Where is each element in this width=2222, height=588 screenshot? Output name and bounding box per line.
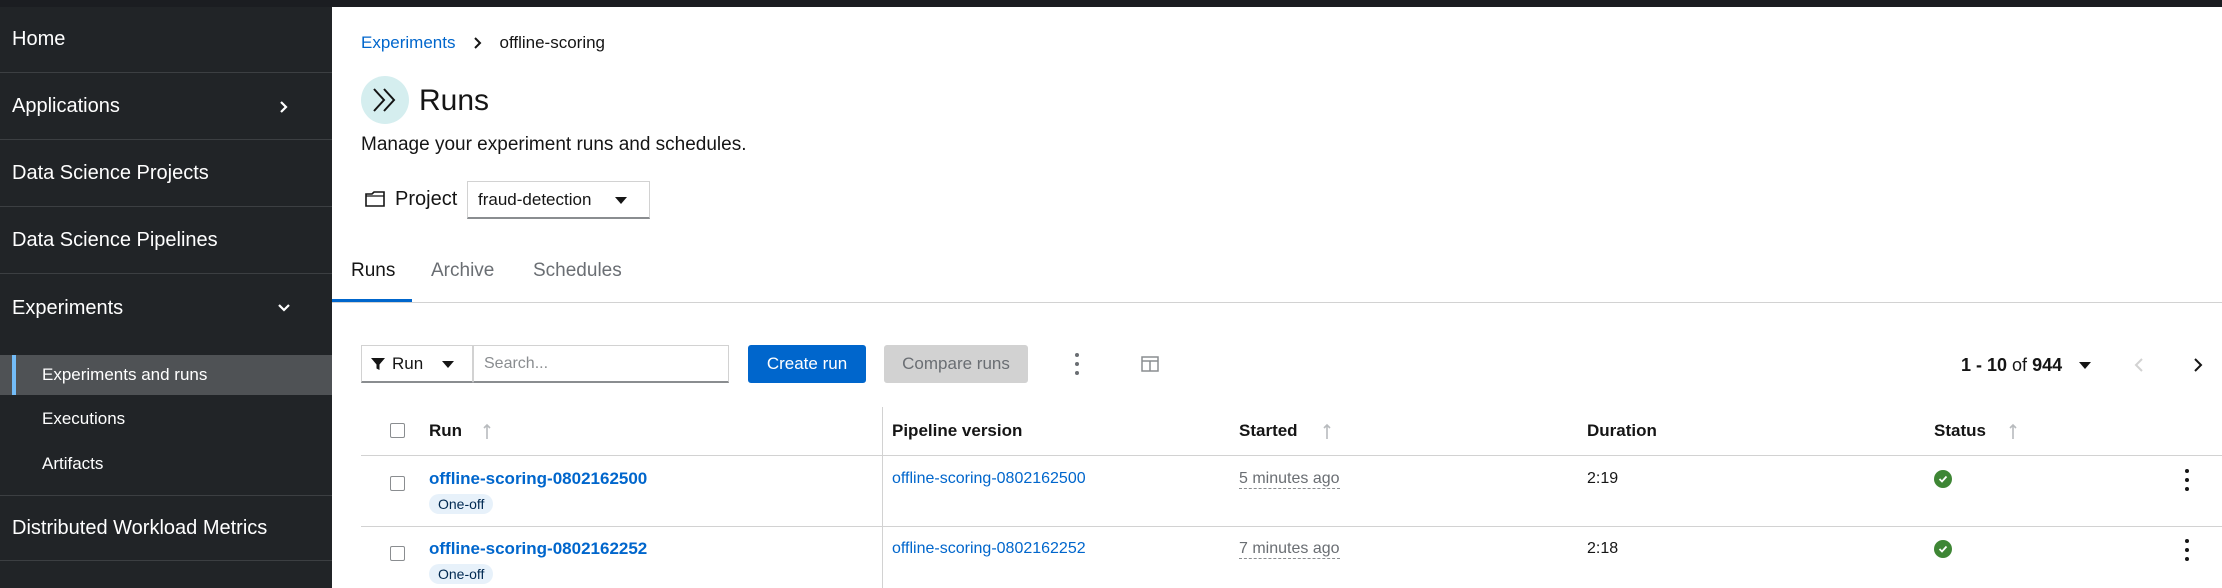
tab-runs[interactable]: Runs bbox=[351, 260, 395, 282]
duration-value: 2:18 bbox=[1587, 540, 1619, 557]
tab-bar: Runs Archive Schedules bbox=[332, 247, 2222, 303]
sidebar-subitem-experiments-and-runs[interactable]: Experiments and runs bbox=[0, 355, 332, 395]
sort-icon[interactable] bbox=[2008, 423, 2018, 441]
pipeline-version-link[interactable]: offline-scoring-0802162500 bbox=[892, 470, 1086, 488]
sidebar-subitem-executions[interactable]: Executions bbox=[0, 399, 332, 439]
started-time: 5 minutes ago bbox=[1239, 470, 1340, 489]
create-run-button[interactable]: Create run bbox=[748, 345, 866, 383]
run-type-label: One-off bbox=[429, 564, 494, 584]
column-management-icon[interactable] bbox=[1141, 356, 1159, 372]
active-tab-indicator bbox=[332, 299, 412, 302]
toolbar-kebab-icon[interactable] bbox=[1074, 353, 1080, 375]
sidebar-subitem-label: Experiments and runs bbox=[42, 365, 208, 384]
started-time: 7 minutes ago bbox=[1239, 540, 1340, 559]
row-kebab-icon[interactable] bbox=[2184, 469, 2190, 491]
sidebar-item-label: Data Science Pipelines bbox=[12, 229, 218, 251]
tab-archive[interactable]: Archive bbox=[431, 260, 494, 282]
caret-down-icon bbox=[442, 361, 454, 368]
breadcrumb: Experiments offline-scoring bbox=[361, 33, 605, 53]
pagination-caret-icon[interactable] bbox=[2079, 362, 2091, 369]
row-kebab-icon[interactable] bbox=[2184, 539, 2190, 561]
sidebar-subitem-label: Executions bbox=[42, 409, 126, 428]
success-status-icon bbox=[1934, 470, 1952, 488]
run-link[interactable]: offline-scoring-0802162500 bbox=[429, 469, 647, 489]
column-header-started[interactable]: Started bbox=[1239, 421, 1298, 441]
breadcrumb-experiments-link[interactable]: Experiments bbox=[361, 33, 455, 53]
sidebar-item-label: Data Science Projects bbox=[12, 162, 209, 184]
sort-icon[interactable] bbox=[482, 423, 492, 441]
chevron-down-icon bbox=[278, 304, 290, 312]
pagination-total: 944 bbox=[2032, 355, 2063, 375]
pipeline-version-link[interactable]: offline-scoring-0802162252 bbox=[892, 540, 1086, 558]
table-header-divider bbox=[361, 455, 2222, 456]
sidebar-subitem-artifacts[interactable]: Artifacts bbox=[0, 444, 332, 484]
sidebar-item-label: Home bbox=[12, 28, 66, 50]
table-row-divider bbox=[361, 526, 2222, 527]
project-select-value: fraud-detection bbox=[478, 189, 592, 209]
sidebar-item-experiments[interactable]: Experiments bbox=[0, 275, 332, 341]
chevron-left-icon[interactable] bbox=[2133, 357, 2145, 373]
duration-value: 2:19 bbox=[1587, 470, 1619, 487]
page-title: Runs bbox=[419, 84, 490, 117]
top-bar bbox=[0, 0, 2222, 7]
chevron-right-icon[interactable] bbox=[2192, 357, 2204, 373]
row-checkbox[interactable] bbox=[390, 476, 405, 491]
column-header-status[interactable]: Status bbox=[1934, 421, 1986, 441]
sidebar-item-label: Distributed Workload Metrics bbox=[12, 516, 268, 539]
sidebar-item-home[interactable]: Home bbox=[0, 7, 332, 73]
filter-label: Run bbox=[392, 353, 424, 373]
sidebar-item-distributed-workload-metrics[interactable]: Distributed Workload Metrics bbox=[0, 495, 332, 561]
page-description: Manage your experiment runs and schedule… bbox=[361, 134, 747, 155]
sidebar-item-label: Experiments bbox=[12, 296, 124, 319]
success-status-icon bbox=[1934, 540, 1952, 558]
pagination-range: 1 - 10 of 944 bbox=[1961, 355, 2062, 376]
sidebar-item-label: Applications bbox=[12, 95, 120, 117]
tab-schedules[interactable]: Schedules bbox=[533, 260, 622, 282]
column-header-duration: Duration bbox=[1587, 421, 1657, 440]
row-checkbox[interactable] bbox=[390, 546, 405, 561]
sidebar: Home Applications Data Science Projects … bbox=[0, 7, 332, 588]
sidebar-item-applications[interactable]: Applications bbox=[0, 74, 332, 140]
sort-icon[interactable] bbox=[1322, 423, 1332, 441]
column-divider bbox=[882, 407, 883, 588]
chevron-right-icon bbox=[474, 37, 482, 49]
pagination-range-value: 1 - 10 bbox=[1961, 355, 2008, 375]
select-all-checkbox[interactable] bbox=[390, 423, 405, 438]
column-header-pipeline-version: Pipeline version bbox=[892, 421, 1023, 440]
caret-down-icon bbox=[615, 197, 627, 204]
run-link[interactable]: offline-scoring-0802162252 bbox=[429, 539, 647, 559]
compare-runs-button[interactable]: Compare runs bbox=[884, 345, 1028, 383]
breadcrumb-current: offline-scoring bbox=[499, 33, 606, 52]
sidebar-subitem-label: Artifacts bbox=[42, 454, 104, 473]
project-label: Project bbox=[395, 188, 458, 210]
chevron-right-icon bbox=[280, 100, 288, 113]
sidebar-item-data-science-projects[interactable]: Data Science Projects bbox=[0, 141, 332, 207]
search-input[interactable] bbox=[473, 345, 729, 383]
sidebar-item-data-science-pipelines[interactable]: Data Science Pipelines bbox=[0, 208, 332, 274]
runs-icon bbox=[361, 76, 409, 124]
main-content: Experiments offline-scoring Runs Manage … bbox=[332, 7, 2222, 588]
pagination-of: of bbox=[2012, 355, 2028, 375]
column-header-run[interactable]: Run bbox=[429, 421, 462, 441]
project-select[interactable]: fraud-detection bbox=[467, 181, 650, 219]
project-icon bbox=[365, 191, 385, 207]
filter-dropdown[interactable]: Run bbox=[361, 345, 473, 383]
filter-icon bbox=[371, 357, 385, 370]
run-type-label: One-off bbox=[429, 494, 494, 514]
